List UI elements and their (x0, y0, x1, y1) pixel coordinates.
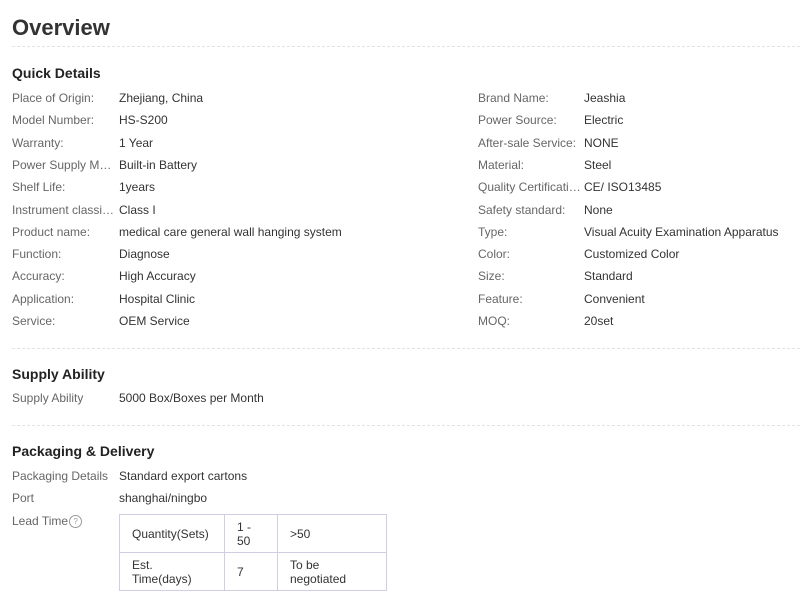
title-divider (12, 46, 800, 47)
table-row: Est. Time(days) 7 To be negotiated (119, 552, 387, 591)
detail-value: medical care general wall hanging system (119, 225, 342, 239)
table-cell: Est. Time(days) (119, 552, 225, 591)
detail-row: Feature: Convenient (478, 288, 800, 310)
detail-row: Warranty: 1 Year (12, 132, 452, 154)
detail-value: Hospital Clinic (119, 292, 196, 306)
detail-row: Shelf Life: 1years (12, 176, 452, 198)
detail-value: 20set (584, 314, 614, 328)
detail-value: Built-in Battery (119, 158, 198, 172)
detail-label: Power Supply Mode: (12, 158, 116, 172)
detail-label: Safety standard: (478, 203, 566, 217)
detail-label: Warranty: (12, 136, 64, 150)
page-title: Overview (12, 15, 110, 40)
detail-label: Power Source: (478, 113, 557, 127)
lead-time-label: Lead Time (12, 514, 69, 528)
detail-row: Quality Certification: CE/ ISO13485 (478, 176, 800, 198)
packaging-heading: Packaging & Delivery (12, 443, 155, 459)
detail-label: Shelf Life: (12, 180, 66, 194)
supply-ability-heading: Supply Ability (12, 366, 105, 382)
detail-row: Color: Customized Color (478, 243, 800, 265)
detail-label: Accuracy: (12, 269, 65, 283)
detail-row: Service: OEM Service (12, 310, 452, 332)
detail-value: Diagnose (119, 247, 170, 261)
detail-value: Customized Color (584, 247, 680, 261)
detail-label: Application: (12, 292, 75, 306)
detail-row: Place of Origin: Zhejiang, China (12, 87, 452, 109)
detail-value: Class I (119, 203, 156, 217)
detail-row: Type: Visual Acuity Examination Apparatus (478, 221, 800, 243)
detail-row: Model Number: HS-S200 (12, 109, 452, 131)
detail-row: Size: Standard (478, 265, 800, 287)
table-cell: >50 (277, 514, 387, 553)
table-cell: Quantity(Sets) (119, 514, 225, 553)
detail-row: Power Source: Electric (478, 109, 800, 131)
detail-row: Application: Hospital Clinic (12, 288, 452, 310)
detail-row: Safety standard: None (478, 199, 800, 221)
lead-time-table: Quantity(Sets) 1 - 50 >50 Est. Time(days… (119, 514, 387, 591)
port-value: shanghai/ningbo (119, 491, 208, 505)
detail-value: Zhejiang, China (119, 91, 204, 105)
detail-row: Instrument classifi... Class I (12, 199, 452, 221)
detail-label: Feature: (478, 292, 523, 306)
detail-label: After-sale Service: (478, 136, 577, 150)
section-divider (12, 425, 800, 426)
table-cell: 7 (224, 552, 278, 591)
detail-value: High Accuracy (119, 269, 196, 283)
detail-label: Quality Certification: (478, 180, 582, 194)
detail-row: Brand Name: Jeashia (478, 87, 800, 109)
detail-value: Electric (584, 113, 624, 127)
detail-value: HS-S200 (119, 113, 168, 127)
detail-value: None (584, 203, 613, 217)
supply-ability-label: Supply Ability (12, 391, 84, 405)
detail-label: Material: (478, 158, 525, 172)
detail-value: 1 Year (119, 136, 154, 150)
detail-row: Material: Steel (478, 154, 800, 176)
quick-details-heading: Quick Details (12, 65, 101, 81)
detail-row: Product name: medical care general wall h… (12, 221, 452, 243)
table-cell: To be negotiated (277, 552, 387, 591)
detail-value: NONE (584, 136, 619, 150)
detail-value: Visual Acuity Examination Apparatus (584, 225, 779, 239)
detail-row: Accuracy: High Accuracy (12, 265, 452, 287)
detail-label: Product name: (12, 225, 91, 239)
detail-label: Model Number: (12, 113, 95, 127)
detail-row: Power Supply Mode: Built-in Battery (12, 154, 452, 176)
detail-label: Color: (478, 247, 511, 261)
detail-value: Jeashia (584, 91, 626, 105)
detail-label: Service: (12, 314, 56, 328)
detail-label: Type: (478, 225, 508, 239)
help-icon[interactable]: ? (69, 515, 83, 529)
supply-ability-value: 5000 Box/Boxes per Month (119, 391, 264, 405)
detail-row: MOQ: 20set (478, 310, 800, 332)
detail-row: After-sale Service: NONE (478, 132, 800, 154)
detail-value: CE/ ISO13485 (584, 180, 662, 194)
detail-value: Steel (584, 158, 612, 172)
table-row: Quantity(Sets) 1 - 50 >50 (119, 514, 387, 553)
detail-label: Instrument classifi... (12, 203, 116, 217)
section-divider (12, 348, 800, 349)
detail-value: 1years (119, 180, 156, 194)
packaging-details-row: Packaging Details Standard export carton… (12, 465, 452, 487)
detail-label: MOQ: (478, 314, 510, 328)
packaging-details-value: Standard export cartons (119, 469, 248, 483)
packaging-details-label: Packaging Details (12, 469, 109, 483)
detail-label: Function: (12, 247, 62, 261)
table-cell: 1 - 50 (224, 514, 278, 553)
supply-ability-row: Supply Ability 5000 Box/Boxes per Month (12, 387, 452, 409)
detail-value: Convenient (584, 292, 645, 306)
detail-row: Function: Diagnose (12, 243, 452, 265)
product-overview: Overview Quick Details Place of Origin: Z… (0, 0, 800, 608)
port-label: Port (12, 491, 35, 505)
detail-label: Place of Origin: (12, 91, 95, 105)
detail-label: Size: (478, 269, 505, 283)
detail-label: Brand Name: (478, 91, 549, 105)
detail-value: OEM Service (119, 314, 190, 328)
port-row: Port shanghai/ningbo (12, 487, 452, 509)
detail-value: Standard (584, 269, 633, 283)
